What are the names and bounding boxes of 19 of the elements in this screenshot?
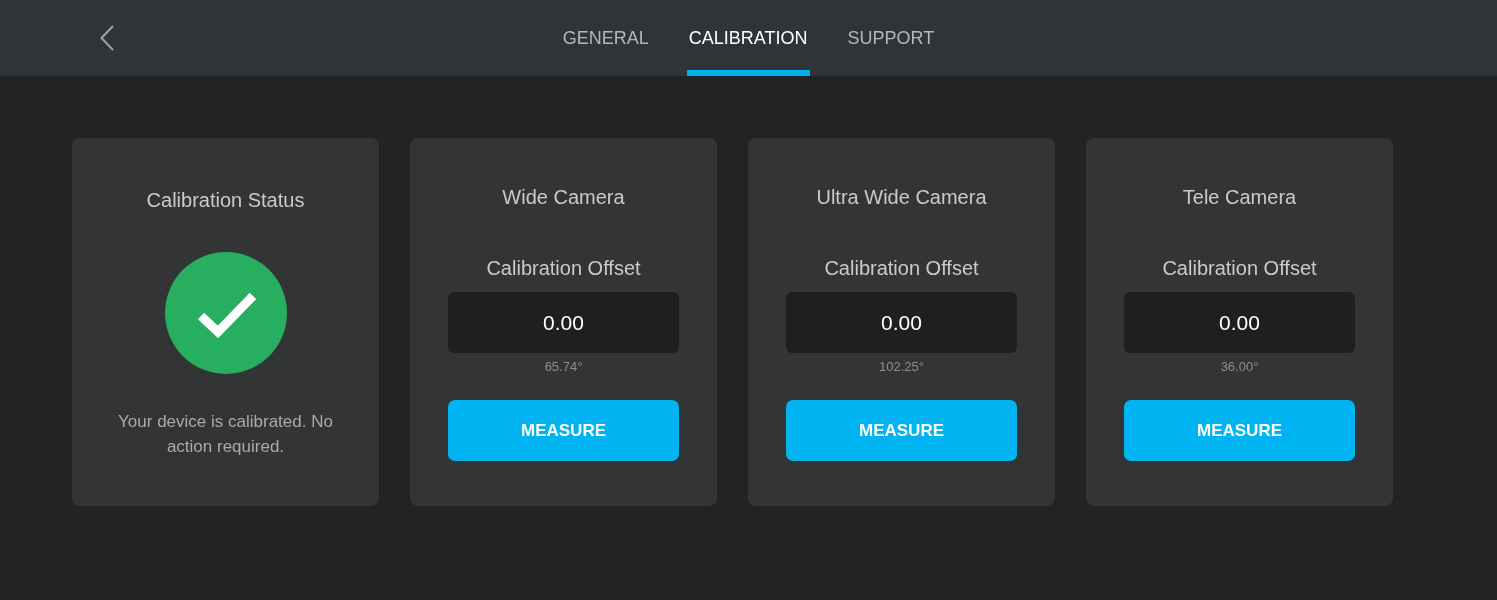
field-label: Calibration Offset — [486, 256, 641, 280]
card-title: Calibration Status — [146, 188, 305, 212]
offset-field[interactable]: 0.00 — [448, 292, 679, 353]
back-button[interactable] — [100, 25, 114, 51]
tab[interactable]: GENERAL — [560, 0, 651, 76]
status-message: Your device is calibrated. No action required. — [117, 411, 334, 458]
field-label: Calibration Offset — [1162, 256, 1317, 280]
card-title: Ultra Wide Camera — [816, 185, 987, 209]
angle-reading: 102.25° — [879, 359, 924, 375]
angle-reading: 65.74° — [544, 359, 583, 375]
field-label: Calibration Offset — [824, 256, 979, 280]
tab[interactable]: SUPPORT — [845, 0, 937, 76]
card-title: Wide Camera — [502, 185, 625, 209]
card-title: Tele Camera — [1182, 185, 1297, 209]
angle-reading: 36.00° — [1220, 359, 1259, 375]
offset-field[interactable]: 0.00 — [1124, 292, 1355, 353]
chevron-left-icon — [100, 25, 114, 51]
tab[interactable]: CALIBRATION — [686, 0, 810, 76]
offset-field[interactable]: 0.00 — [786, 292, 1017, 353]
